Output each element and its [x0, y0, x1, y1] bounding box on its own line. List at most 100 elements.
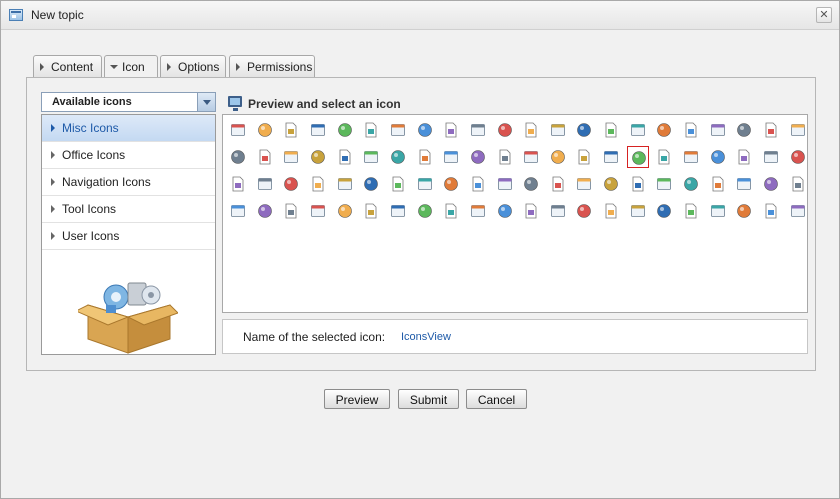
film-icon[interactable] [573, 173, 595, 195]
rss-badge-icon[interactable] [680, 173, 702, 195]
rss-icon[interactable] [707, 173, 729, 195]
windows-blue-icon[interactable] [760, 146, 782, 168]
text-icon[interactable] [440, 200, 462, 222]
category-misc-icons[interactable]: Misc Icons [42, 115, 215, 142]
arrow-folder-icon[interactable] [653, 119, 675, 141]
panel-icon[interactable] [254, 173, 276, 195]
home-icon[interactable] [547, 146, 569, 168]
grid-window-icon[interactable] [227, 173, 249, 195]
console-icon[interactable] [440, 119, 462, 141]
category-navigation-icons[interactable]: Navigation Icons [42, 169, 215, 196]
lightning-doc-icon[interactable] [307, 146, 329, 168]
monitor-icon[interactable] [760, 119, 782, 141]
settings-window-icon[interactable] [733, 119, 755, 141]
bar-chart-icon[interactable] [334, 200, 356, 222]
eye-icon[interactable] [360, 200, 382, 222]
window-blue-icon[interactable] [307, 119, 329, 141]
globe-icon[interactable] [733, 200, 755, 222]
factory-icon[interactable] [360, 146, 382, 168]
speech-bubble-icon[interactable] [707, 119, 729, 141]
chain-link-icon[interactable] [573, 119, 595, 141]
info-icon[interactable] [494, 119, 516, 141]
printer-icon[interactable] [227, 146, 249, 168]
refresh-icon[interactable] [653, 173, 675, 195]
dome-icon[interactable] [467, 119, 489, 141]
side-window-icon[interactable] [414, 119, 436, 141]
css-badge-icon[interactable] [787, 119, 809, 141]
cloud-icon[interactable] [573, 200, 595, 222]
card-icon[interactable] [547, 200, 569, 222]
tab-icon[interactable]: Icon [104, 55, 158, 79]
printer-icon[interactable] [547, 173, 569, 195]
star-award-icon[interactable] [280, 200, 302, 222]
cd-icon[interactable] [520, 200, 542, 222]
tag-yellow-icon[interactable] [387, 200, 409, 222]
document-yellow-icon[interactable] [707, 146, 729, 168]
preview-button[interactable]: Preview [324, 389, 390, 409]
bookmark-icon[interactable] [547, 119, 569, 141]
link-icon[interactable] [307, 173, 329, 195]
chevron-down-icon[interactable] [197, 93, 215, 111]
puzzle-icon[interactable] [334, 146, 356, 168]
search-doc-icon[interactable] [520, 173, 542, 195]
window-move-icon[interactable] [733, 146, 755, 168]
rainbow-icon[interactable] [627, 173, 649, 195]
shield-icon[interactable] [760, 173, 782, 195]
star-icon[interactable] [787, 200, 809, 222]
notebook-icon[interactable] [627, 119, 649, 141]
layers-red-icon[interactable] [653, 146, 675, 168]
cancel-button[interactable]: Cancel [466, 389, 527, 409]
window-titlebar-icon[interactable] [334, 119, 356, 141]
padlock-icon[interactable] [334, 173, 356, 195]
pages-icon[interactable] [494, 173, 516, 195]
storm-icon[interactable] [627, 200, 649, 222]
download-icon[interactable] [254, 146, 276, 168]
group-icon[interactable] [733, 173, 755, 195]
partly-sunny-icon[interactable] [600, 200, 622, 222]
stop-doc-icon[interactable] [440, 146, 462, 168]
link-window-icon[interactable] [360, 119, 382, 141]
cube-icon[interactable] [600, 119, 622, 141]
hammer-icon[interactable] [600, 146, 622, 168]
copy-icon[interactable] [467, 173, 489, 195]
xhtml-badge-icon[interactable] [760, 200, 782, 222]
pdf-doc-icon[interactable] [227, 119, 249, 141]
sun-icon[interactable] [707, 200, 729, 222]
user-badge-icon[interactable] [254, 119, 276, 141]
tab-options[interactable]: Options [160, 55, 226, 78]
tab-permissions[interactable]: Permissions [229, 55, 315, 78]
list-window-icon[interactable] [387, 119, 409, 141]
rain-icon[interactable] [653, 200, 675, 222]
list-window-icon[interactable] [414, 173, 436, 195]
tab-content[interactable]: Content [33, 55, 102, 78]
volume-icon[interactable] [227, 200, 249, 222]
flash-icon[interactable] [414, 146, 436, 168]
windows-stack-icon[interactable] [680, 146, 702, 168]
folder-image-icon[interactable] [467, 146, 489, 168]
branch-icon[interactable] [494, 200, 516, 222]
icon-category-select[interactable]: Available icons [41, 92, 216, 112]
volume-low-icon[interactable] [254, 200, 276, 222]
new-badge-icon[interactable] [440, 173, 462, 195]
red-card-icon[interactable] [360, 173, 382, 195]
html-badge-icon[interactable] [573, 146, 595, 168]
bomb-icon[interactable] [520, 119, 542, 141]
check-doc-icon[interactable] [680, 119, 702, 141]
info-circle-icon[interactable] [787, 146, 809, 168]
linux-icon[interactable] [467, 200, 489, 222]
book-icon[interactable] [387, 146, 409, 168]
calendar-icon[interactable] [600, 173, 622, 195]
snow-icon[interactable] [680, 200, 702, 222]
font-doc-icon[interactable] [494, 146, 516, 168]
green-check-icon[interactable] [280, 146, 302, 168]
magnet-icon[interactable] [387, 173, 409, 195]
category-office-icons[interactable]: Office Icons [42, 142, 215, 169]
tablet-icon[interactable] [414, 200, 436, 222]
hand-icon[interactable] [520, 146, 542, 168]
category-user-icons[interactable]: User Icons [42, 223, 215, 250]
close-button[interactable]: ✕ [816, 7, 832, 23]
paint-icon[interactable] [787, 173, 809, 195]
category-tool-icons[interactable]: Tool Icons [42, 196, 215, 223]
frame-icon[interactable] [280, 173, 302, 195]
star-folder-icon[interactable] [307, 200, 329, 222]
